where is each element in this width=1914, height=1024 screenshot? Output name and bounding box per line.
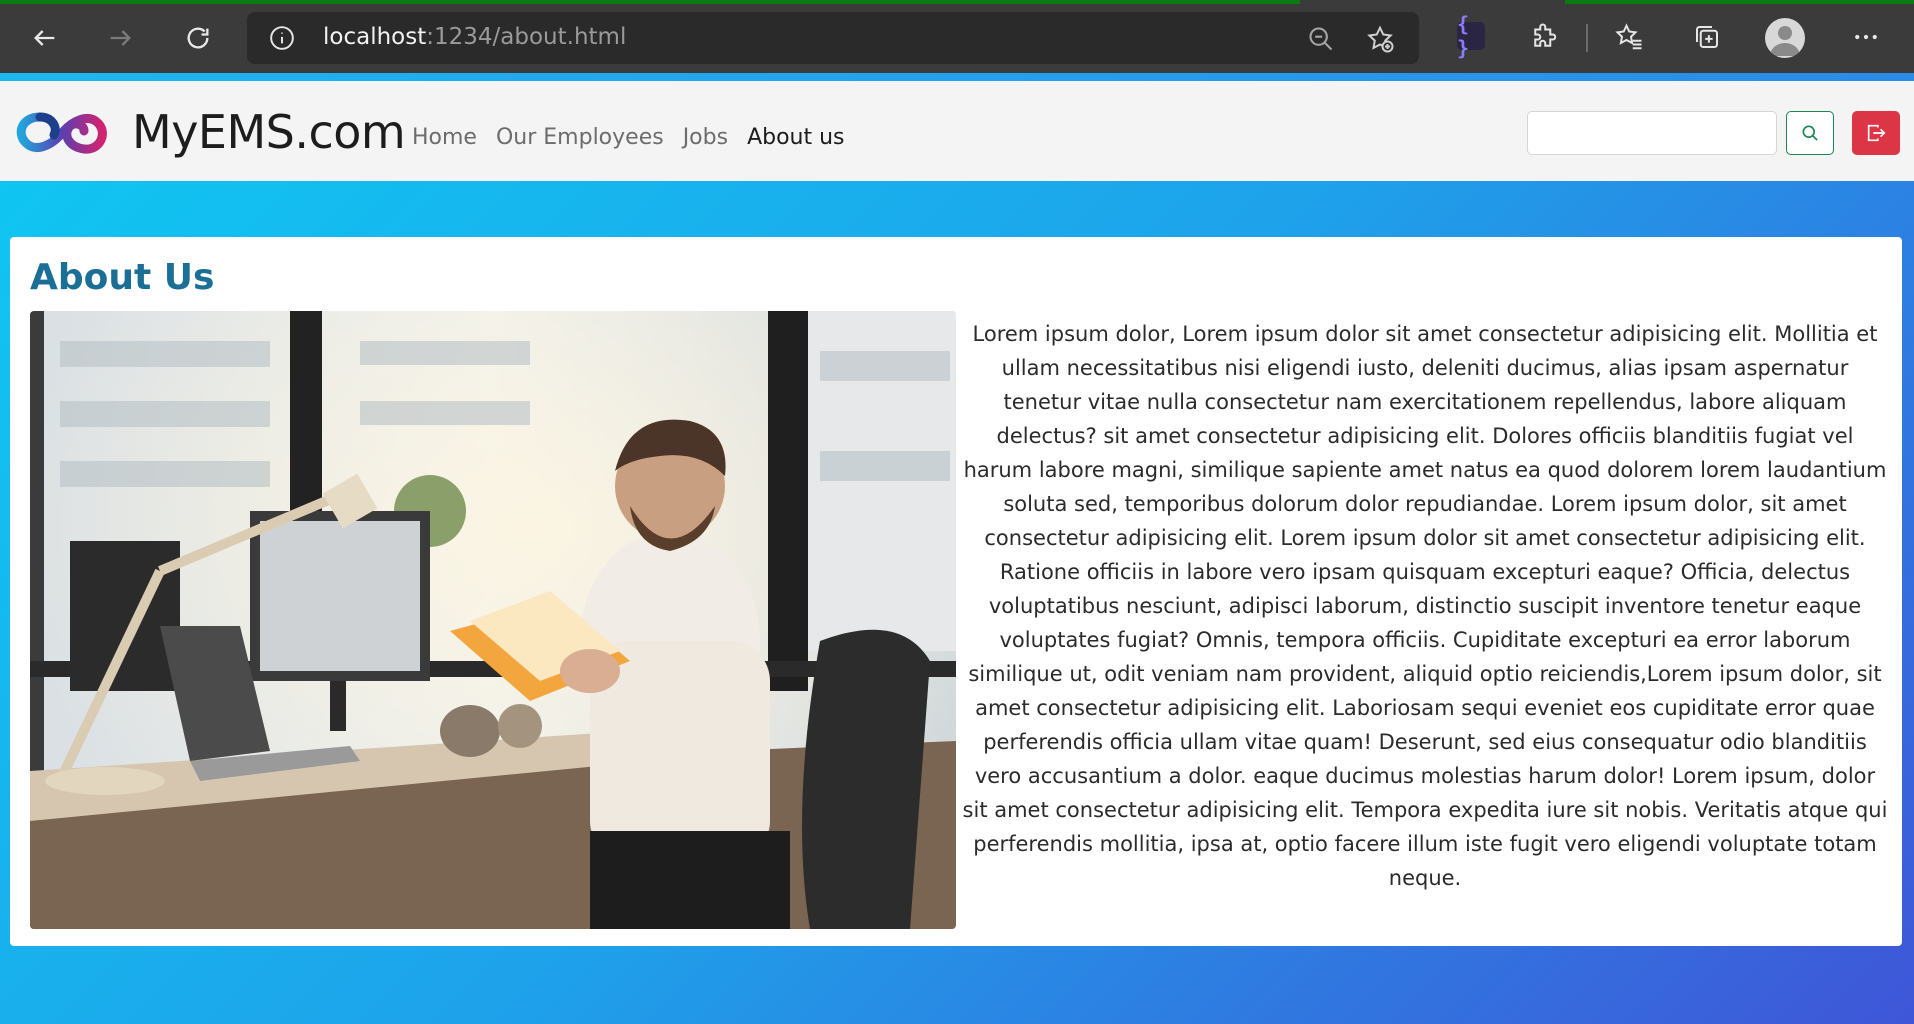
browser-toolbar: localhost:1234/about.html { }	[0, 0, 1914, 73]
url-text[interactable]: localhost:1234/about.html	[323, 24, 626, 50]
toolbar-separator	[1586, 24, 1588, 52]
page-viewport: MyEMS.com Home Our Employees Jobs About …	[0, 73, 1914, 1024]
collections-icon	[1696, 26, 1718, 48]
puzzle-icon	[1534, 23, 1557, 47]
top-accent	[0, 73, 1914, 81]
logout-button[interactable]	[1852, 111, 1900, 155]
page-title: About Us	[30, 257, 215, 298]
brand-name[interactable]: MyEMS.com	[132, 105, 406, 159]
search-input[interactable]	[1527, 111, 1777, 155]
nav-link-our-employees[interactable]: Our Employees	[496, 125, 664, 150]
profile-avatar[interactable]	[1765, 18, 1805, 58]
about-paragraph: Lorem ipsum dolor, Lorem ipsum dolor sit…	[962, 322, 1888, 890]
site-navbar: MyEMS.com Home Our Employees Jobs About …	[0, 81, 1914, 181]
add-favorite-icon[interactable]	[1365, 24, 1395, 54]
logout-icon	[1867, 124, 1886, 142]
forward-button[interactable]	[96, 14, 144, 62]
url-host: localhost	[323, 24, 427, 50]
zoom-out-icon[interactable]	[1307, 25, 1335, 53]
settings-more-button[interactable]	[1849, 20, 1883, 54]
favorites-button[interactable]	[1612, 20, 1646, 54]
url-path: :1234/about.html	[426, 24, 627, 50]
more-dots-icon	[1855, 34, 1877, 40]
reload-icon	[187, 27, 209, 49]
forward-icon	[110, 30, 131, 46]
collections-button[interactable]	[1690, 20, 1724, 54]
reload-button[interactable]	[174, 14, 222, 62]
back-icon	[34, 30, 55, 46]
nav-link-home[interactable]: Home	[412, 125, 477, 150]
extension-badge-icon[interactable]: { }	[1457, 12, 1485, 60]
nav-link-about-us[interactable]: About us	[747, 125, 844, 150]
extensions-button[interactable]	[1527, 20, 1561, 54]
info-icon[interactable]	[269, 25, 295, 51]
page-load-progress-tail	[1565, 0, 1914, 4]
profile-icon	[1770, 26, 1800, 56]
office-photo	[30, 311, 956, 929]
search-button[interactable]	[1786, 111, 1834, 155]
favorites-star-icon	[1615, 23, 1642, 50]
myems-logo-icon[interactable]	[12, 103, 112, 163]
nav-link-jobs[interactable]: Jobs	[683, 125, 728, 150]
page-load-progress	[0, 0, 1300, 4]
search-icon	[1802, 125, 1818, 141]
address-bar[interactable]: localhost:1234/about.html	[247, 12, 1419, 64]
about-card: About Us Lorem ipsum dolor, Lorem ipsum …	[10, 237, 1902, 946]
back-button[interactable]	[21, 14, 69, 62]
main-nav: Home Our Employees Jobs About us	[412, 125, 845, 150]
